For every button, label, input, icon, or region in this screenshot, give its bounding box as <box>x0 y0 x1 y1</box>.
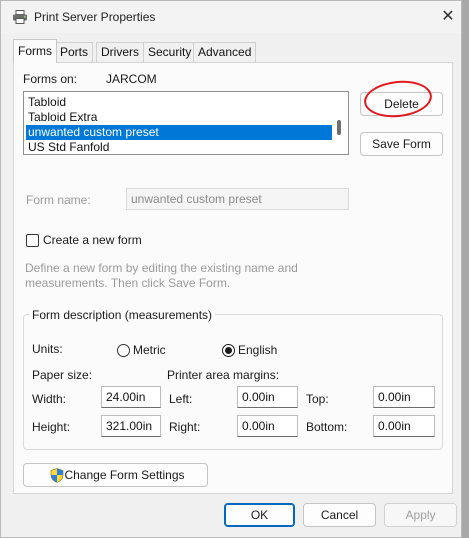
height-input[interactable]: 321.00in <box>101 415 161 437</box>
window-title: Print Server Properties <box>34 10 156 24</box>
create-form-instructions: Define a new form by editing the existin… <box>25 261 298 290</box>
close-icon[interactable]: ✕ <box>436 5 460 29</box>
list-item[interactable]: Tabloid <box>26 95 332 110</box>
apply-button[interactable]: Apply <box>384 503 457 527</box>
tab-ports[interactable]: Ports <box>55 42 94 62</box>
top-margin-input[interactable]: 0.00in <box>373 386 435 408</box>
save-form-button[interactable]: Save Form <box>360 132 443 156</box>
uac-shield-icon <box>50 468 64 483</box>
create-new-form-checkbox[interactable] <box>26 234 39 247</box>
bottom-margin-input[interactable]: 0.00in <box>373 415 435 437</box>
title-bar: Print Server Properties ✕ <box>1 1 461 33</box>
english-radio[interactable] <box>222 344 235 357</box>
list-item-selected[interactable]: unwanted custom preset <box>26 125 332 140</box>
top-margin-label: Top: <box>306 392 329 406</box>
change-form-settings-label: Change Form Settings <box>64 468 185 482</box>
forms-on-label: Forms on: <box>23 72 78 86</box>
change-form-settings-button[interactable]: Change Form Settings <box>23 463 208 487</box>
tab-forms[interactable]: Forms <box>13 39 57 63</box>
tab-drivers[interactable]: Drivers <box>96 42 144 62</box>
tab-security[interactable]: Security <box>143 42 197 62</box>
list-scrollbar-thumb[interactable] <box>337 120 341 135</box>
forms-listbox[interactable]: Tabloid Tabloid Extra unwanted custom pr… <box>23 91 349 155</box>
width-label: Width: <box>32 392 67 406</box>
metric-radio[interactable] <box>117 344 130 357</box>
left-margin-input[interactable]: 0.00in <box>237 386 298 408</box>
list-item[interactable]: US Std Fanfold <box>26 140 332 154</box>
right-margin-input[interactable]: 0.00in <box>237 415 298 437</box>
form-name-label: Form name: <box>26 193 91 207</box>
print-server-properties-dialog: Print Server Properties ✕ Forms Ports Dr… <box>0 0 462 538</box>
bottom-margin-label: Bottom: <box>306 420 348 434</box>
english-label[interactable]: English <box>238 343 277 357</box>
printer-icon <box>13 10 27 24</box>
right-margin-label: Right: <box>169 420 201 434</box>
units-label: Units: <box>32 342 63 356</box>
tab-advanced[interactable]: Advanced <box>193 42 257 62</box>
delete-button[interactable]: Delete <box>360 92 443 116</box>
paper-size-label: Paper size: <box>32 368 93 382</box>
height-label: Height: <box>32 420 71 434</box>
form-description-group-title: Form description (measurements) <box>29 308 216 322</box>
width-input[interactable]: 24.00in <box>101 386 161 408</box>
server-name: JARCOM <box>106 72 157 86</box>
left-margin-label: Left: <box>169 392 193 406</box>
printer-area-margins-label: Printer area margins: <box>167 368 280 382</box>
create-new-form-label[interactable]: Create a new form <box>43 233 142 247</box>
ok-button[interactable]: OK <box>224 503 295 527</box>
metric-label[interactable]: Metric <box>133 343 166 357</box>
list-item[interactable]: Tabloid Extra <box>26 110 332 125</box>
cancel-button[interactable]: Cancel <box>303 503 376 527</box>
form-name-input[interactable]: unwanted custom preset <box>126 188 349 210</box>
